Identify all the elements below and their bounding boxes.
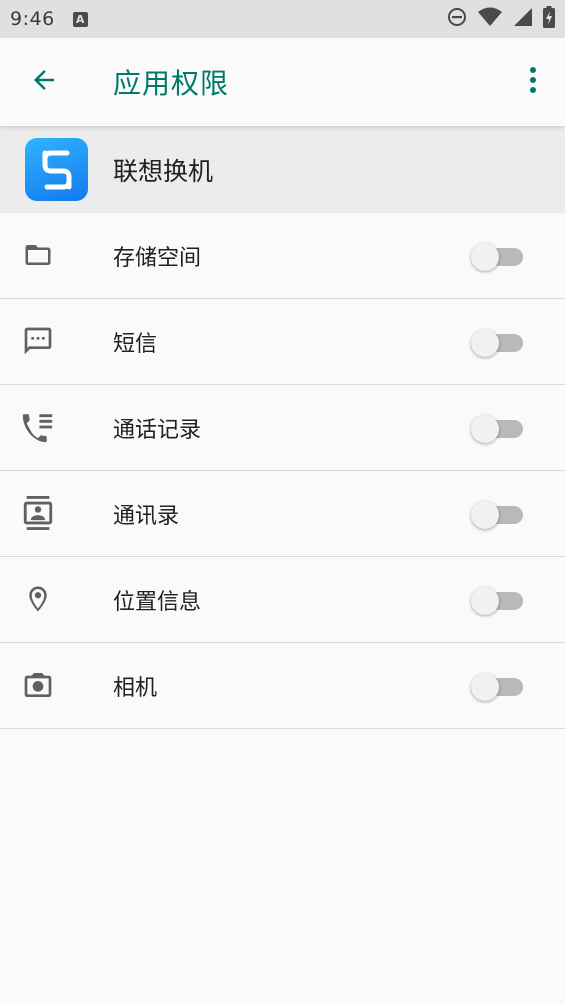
wifi-icon	[477, 7, 503, 31]
battery-charging-icon	[543, 6, 555, 32]
more-options-button[interactable]	[519, 60, 547, 104]
permission-label: 位置信息	[113, 589, 202, 615]
call-log-icon	[20, 409, 56, 445]
folder-icon	[20, 237, 56, 273]
permission-label: 存储空间	[113, 245, 202, 271]
notification-icon: A	[72, 11, 88, 27]
permission-toggle-location[interactable]	[471, 587, 523, 615]
signal-icon	[513, 7, 533, 31]
camera-icon	[20, 667, 56, 703]
app-header: 联想换机	[0, 126, 565, 213]
permission-row-sms[interactable]: 短信	[0, 299, 565, 385]
permission-toggle-camera[interactable]	[471, 673, 523, 701]
dnd-icon	[447, 7, 467, 31]
permission-toggle-sms[interactable]	[471, 329, 523, 357]
back-button[interactable]	[22, 60, 66, 104]
permission-label: 短信	[113, 331, 158, 357]
status-bar: 9:46 A	[0, 0, 565, 38]
arrow-left-icon	[29, 65, 59, 99]
permission-toggle-contacts[interactable]	[471, 501, 523, 529]
permission-row-camera[interactable]: 相机	[0, 643, 565, 729]
more-vert-icon	[529, 66, 537, 98]
permission-row-location[interactable]: 位置信息	[0, 557, 565, 643]
lenovo-switch-app-icon	[25, 138, 88, 201]
app-name: 联想换机	[113, 156, 214, 186]
permission-toggle-call-log[interactable]	[471, 415, 523, 443]
permission-label: 通话记录	[113, 417, 202, 443]
permission-list: 存储空间 短信 通话记录 通讯录 位置信息 相机	[0, 213, 565, 729]
app-bar: 应用权限	[0, 38, 565, 126]
permission-row-storage[interactable]: 存储空间	[0, 213, 565, 299]
contacts-icon	[20, 495, 56, 531]
permission-row-call-log[interactable]: 通话记录	[0, 385, 565, 471]
permission-label: 相机	[113, 675, 158, 701]
location-icon	[20, 581, 56, 617]
permission-row-contacts[interactable]: 通讯录	[0, 471, 565, 557]
status-time: 9:46	[10, 8, 55, 30]
sms-icon	[20, 323, 56, 359]
permission-toggle-storage[interactable]	[471, 243, 523, 271]
page-title: 应用权限	[113, 67, 230, 100]
permission-label: 通讯录	[113, 503, 180, 529]
